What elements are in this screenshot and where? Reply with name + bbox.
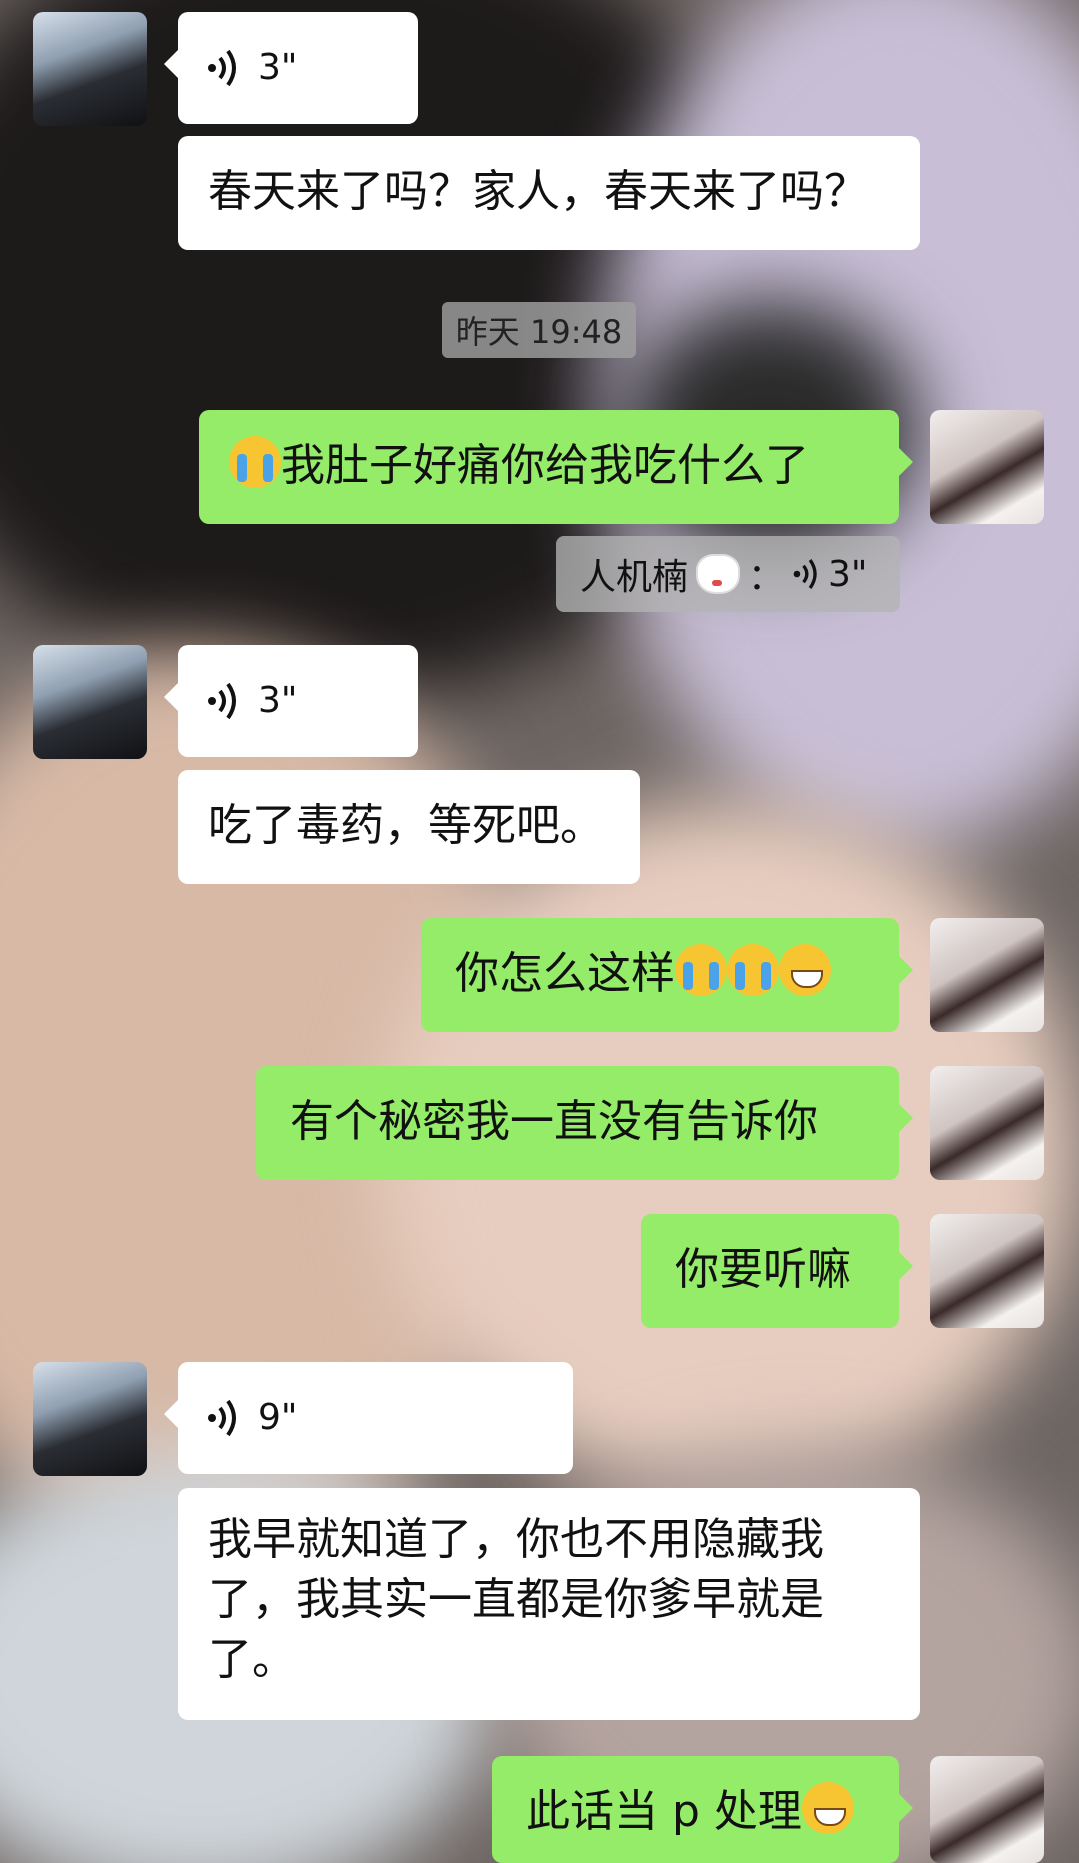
text-message-bubble[interactable]: 我早就知道了，你也不用隐藏我 了，我其实一直都是你爹早就是 了。 bbox=[178, 1488, 920, 1720]
my-avatar[interactable] bbox=[930, 410, 1044, 524]
text-message-bubble[interactable]: 吃了毒药，等死吧。 bbox=[178, 770, 640, 884]
text-message-bubble[interactable]: 你要听嘛 bbox=[641, 1214, 913, 1328]
my-avatar[interactable] bbox=[930, 1756, 1044, 1863]
text-message-bubble[interactable]: 有个秘密我一直没有告诉你 bbox=[256, 1066, 913, 1180]
voice-duration: 3" bbox=[258, 47, 298, 88]
cry-emoji-icon bbox=[229, 436, 281, 488]
voice-message-bubble[interactable]: 9" bbox=[164, 1362, 573, 1474]
quote-separator: ： bbox=[748, 557, 785, 598]
quoted-voice-reference[interactable]: 人机楠 ： 3" bbox=[556, 536, 900, 612]
message-text: 有个秘密我一直没有告诉你 bbox=[290, 1096, 818, 1147]
voice-wave-icon bbox=[208, 49, 236, 87]
message-text-line: 了。 bbox=[208, 1634, 296, 1685]
quote-name: 人机楠 bbox=[580, 557, 689, 598]
my-avatar[interactable] bbox=[930, 918, 1044, 1032]
message-text: 你怎么这样 bbox=[455, 948, 675, 999]
voice-duration: 9" bbox=[258, 1397, 298, 1438]
quote-voice-duration: 3" bbox=[828, 553, 868, 595]
voice-message-bubble[interactable]: 3" bbox=[164, 12, 418, 124]
contact-avatar[interactable] bbox=[33, 12, 147, 126]
message-text: 你要听嘛 bbox=[675, 1244, 851, 1295]
voice-wave-icon bbox=[793, 559, 817, 589]
contact-avatar[interactable] bbox=[33, 645, 147, 759]
message-text: 春天来了吗？家人，春天来了吗？ bbox=[208, 166, 868, 217]
voice-message-bubble[interactable]: 3" bbox=[164, 645, 418, 757]
message-text: 吃了毒药，等死吧。 bbox=[208, 800, 604, 851]
message-text-line: 我早就知道了，你也不用隐藏我 bbox=[208, 1514, 824, 1565]
message-text-line: 了，我其实一直都是你爹早就是 bbox=[208, 1574, 824, 1625]
cry-emoji-icon bbox=[675, 944, 727, 996]
text-message-bubble[interactable]: 我肚子好痛你给我吃什么了 bbox=[199, 410, 913, 524]
text-message-bubble[interactable]: 春天来了吗？家人，春天来了吗？ bbox=[178, 136, 920, 250]
message-text: 此话当 p 处理 bbox=[526, 1786, 802, 1837]
text-message-bubble[interactable]: 此话当 p 处理 bbox=[492, 1756, 913, 1863]
contact-avatar[interactable] bbox=[33, 1362, 147, 1476]
dog-emoji-icon bbox=[696, 554, 741, 594]
cry-emoji-icon bbox=[727, 944, 779, 996]
timestamp: 昨天 19:48 bbox=[442, 302, 636, 358]
voice-wave-icon bbox=[208, 682, 236, 720]
grin-emoji-icon bbox=[779, 944, 831, 996]
my-avatar[interactable] bbox=[930, 1066, 1044, 1180]
my-avatar[interactable] bbox=[930, 1214, 1044, 1328]
voice-duration: 3" bbox=[258, 680, 298, 721]
message-text: 我肚子好痛你给我吃什么了 bbox=[281, 440, 809, 491]
grin-emoji-icon bbox=[801, 1782, 854, 1834]
text-message-bubble[interactable]: 你怎么这样 bbox=[421, 918, 913, 1032]
voice-wave-icon bbox=[208, 1399, 236, 1437]
